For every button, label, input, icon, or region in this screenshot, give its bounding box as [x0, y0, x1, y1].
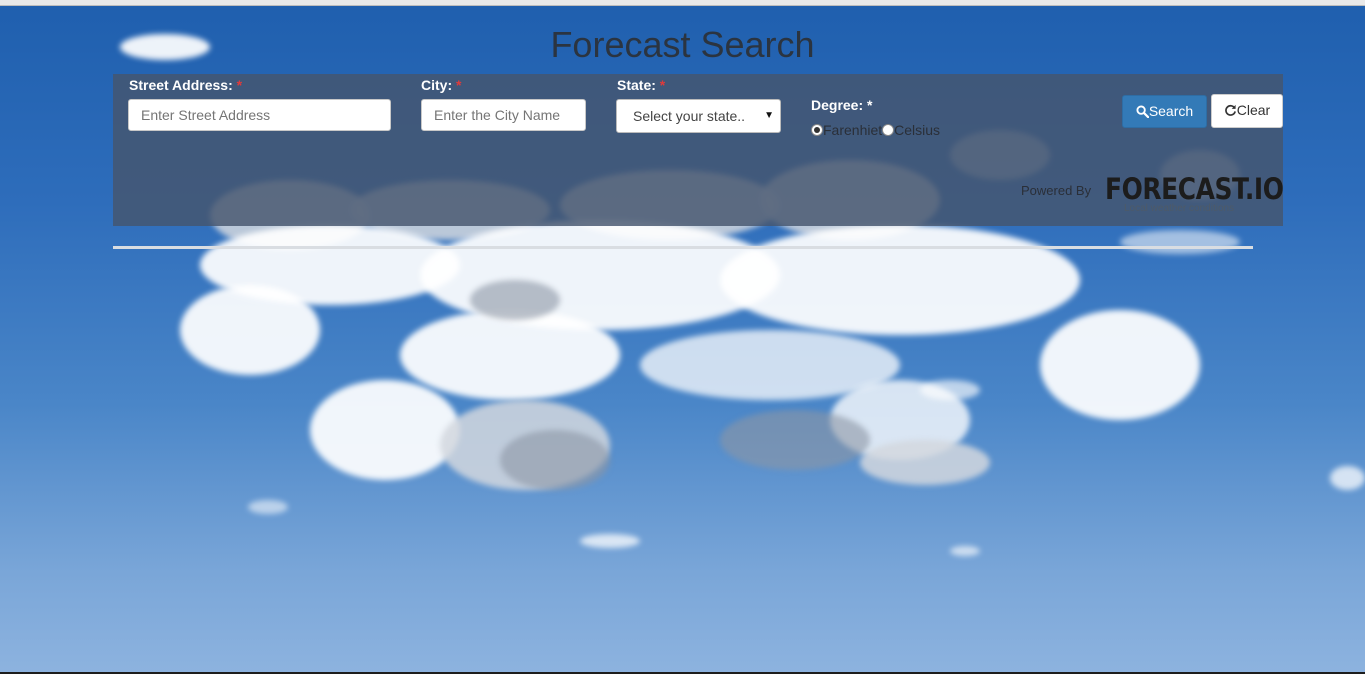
city-label-text: City:	[421, 77, 453, 93]
city-label: City: *	[421, 77, 461, 93]
page-title: Forecast Search	[550, 24, 815, 65]
powered-by-text: Powered By	[1021, 183, 1092, 198]
dropdown-arrow-icon: ▼	[764, 110, 774, 121]
clear-button[interactable]: Clear	[1211, 94, 1283, 128]
degree-label: Degree: *	[811, 97, 873, 113]
street-address-label-text: Street Address:	[129, 77, 233, 93]
clear-button-label: Clear	[1236, 102, 1271, 118]
celsius-radio-label: Celsius	[894, 122, 941, 138]
state-label: State: *	[617, 77, 665, 93]
state-select-value: Select your state..	[633, 108, 746, 124]
celsius-radio[interactable]	[882, 124, 895, 137]
search-button[interactable]: Search	[1122, 95, 1207, 128]
farenhiet-radio-label: Farenhiet	[823, 122, 883, 138]
forecast-io-tagline: Local weather conditions	[1124, 203, 1235, 214]
required-marker: *	[659, 77, 666, 93]
refresh-icon	[1224, 104, 1236, 116]
required-marker: *	[236, 77, 243, 93]
city-input[interactable]	[421, 99, 586, 131]
state-label-text: State:	[617, 77, 656, 93]
state-select[interactable]: Select your state.. ▼	[616, 99, 781, 133]
search-button-label: Search	[1148, 103, 1194, 119]
degree-radio-group: Farenhiet Celsius	[811, 122, 940, 138]
required-marker: *	[456, 77, 462, 93]
street-address-label: Street Address: *	[129, 77, 242, 93]
farenhiet-radio[interactable]	[811, 124, 823, 137]
divider-line	[113, 246, 1253, 249]
forecast-io-logo[interactable]: FORECAST.IO	[1105, 172, 1284, 206]
street-address-input[interactable]	[128, 99, 391, 131]
search-icon	[1136, 105, 1149, 119]
